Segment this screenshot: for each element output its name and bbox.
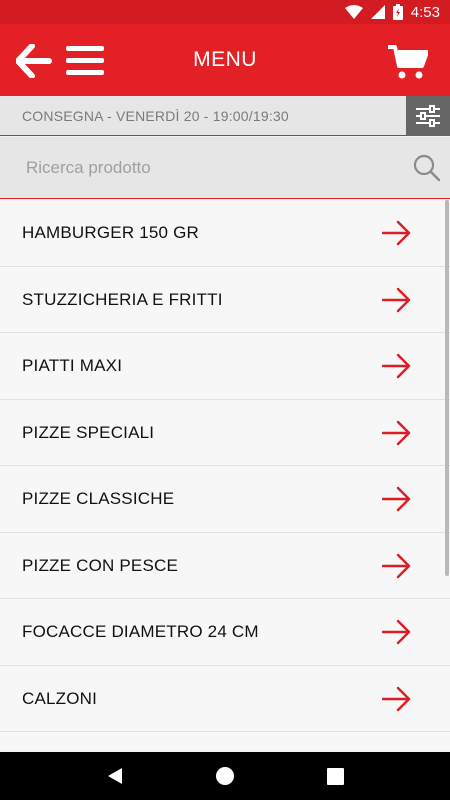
arrow-right-icon[interactable] bbox=[381, 486, 412, 512]
list-item[interactable]: PIZZE CLASSICHE bbox=[0, 466, 450, 533]
category-label: PIZZE CON PESCE bbox=[22, 555, 179, 575]
app-bar: MENU bbox=[0, 24, 450, 96]
battery-icon bbox=[392, 4, 403, 20]
back-triangle-icon[interactable] bbox=[95, 756, 135, 796]
wifi-icon bbox=[344, 5, 363, 19]
status-bar: 4:53 bbox=[0, 0, 450, 24]
search-icon[interactable] bbox=[412, 153, 442, 183]
list-item[interactable]: HAMBURGER 150 GR bbox=[0, 200, 450, 267]
list-item[interactable]: FOCACCE DIAMETRO 24 CM bbox=[0, 599, 450, 666]
category-label: PIZZE SPECIALI bbox=[22, 422, 155, 442]
arrow-right-icon[interactable] bbox=[381, 353, 412, 379]
list-item[interactable]: CALZONI bbox=[0, 665, 450, 732]
search-input[interactable] bbox=[0, 137, 400, 198]
arrow-right-icon[interactable] bbox=[381, 420, 412, 446]
hamburger-icon[interactable] bbox=[66, 46, 104, 76]
delivery-info: CONSEGNA - VENERDÌ 20 - 19:00/19:30 bbox=[22, 108, 289, 124]
status-time: 4:53 bbox=[410, 3, 440, 21]
home-circle-icon[interactable] bbox=[205, 756, 245, 796]
scrollbar[interactable] bbox=[445, 200, 449, 576]
arrow-right-icon[interactable] bbox=[381, 220, 412, 246]
recents-square-icon[interactable] bbox=[315, 756, 355, 796]
category-label: CALZONI bbox=[22, 688, 98, 708]
list-item[interactable] bbox=[0, 732, 450, 750]
signal-icon bbox=[370, 5, 385, 19]
arrow-left-icon[interactable] bbox=[15, 43, 52, 79]
list-item[interactable]: PIZZE SPECIALI bbox=[0, 399, 450, 466]
delivery-bar: CONSEGNA - VENERDÌ 20 - 19:00/19:30 bbox=[0, 96, 450, 136]
list-item[interactable]: STUZZICHERIA E FRITTI bbox=[0, 266, 450, 333]
arrow-right-icon[interactable] bbox=[381, 287, 412, 313]
category-label: FOCACCE DIAMETRO 24 CM bbox=[22, 622, 259, 641]
arrow-right-icon[interactable] bbox=[381, 553, 412, 579]
category-label: STUZZICHERIA E FRITTI bbox=[22, 289, 223, 309]
list-item[interactable]: PIATTI MAXI bbox=[0, 333, 450, 400]
category-label: HAMBURGER 150 GR bbox=[22, 223, 200, 242]
search-bar bbox=[0, 137, 450, 199]
system-nav-bar bbox=[0, 752, 450, 800]
list-item[interactable]: PIZZE CON PESCE bbox=[0, 532, 450, 599]
category-list: HAMBURGER 150 GR STUZZICHERIA E FRITTI P… bbox=[0, 200, 450, 750]
arrow-right-icon[interactable] bbox=[381, 686, 412, 712]
sliders-icon[interactable] bbox=[406, 96, 450, 136]
category-label: PIATTI MAXI bbox=[22, 356, 123, 375]
category-label: PIZZE CLASSICHE bbox=[22, 489, 175, 508]
cart-icon[interactable] bbox=[388, 44, 429, 80]
arrow-right-icon[interactable] bbox=[381, 619, 412, 645]
